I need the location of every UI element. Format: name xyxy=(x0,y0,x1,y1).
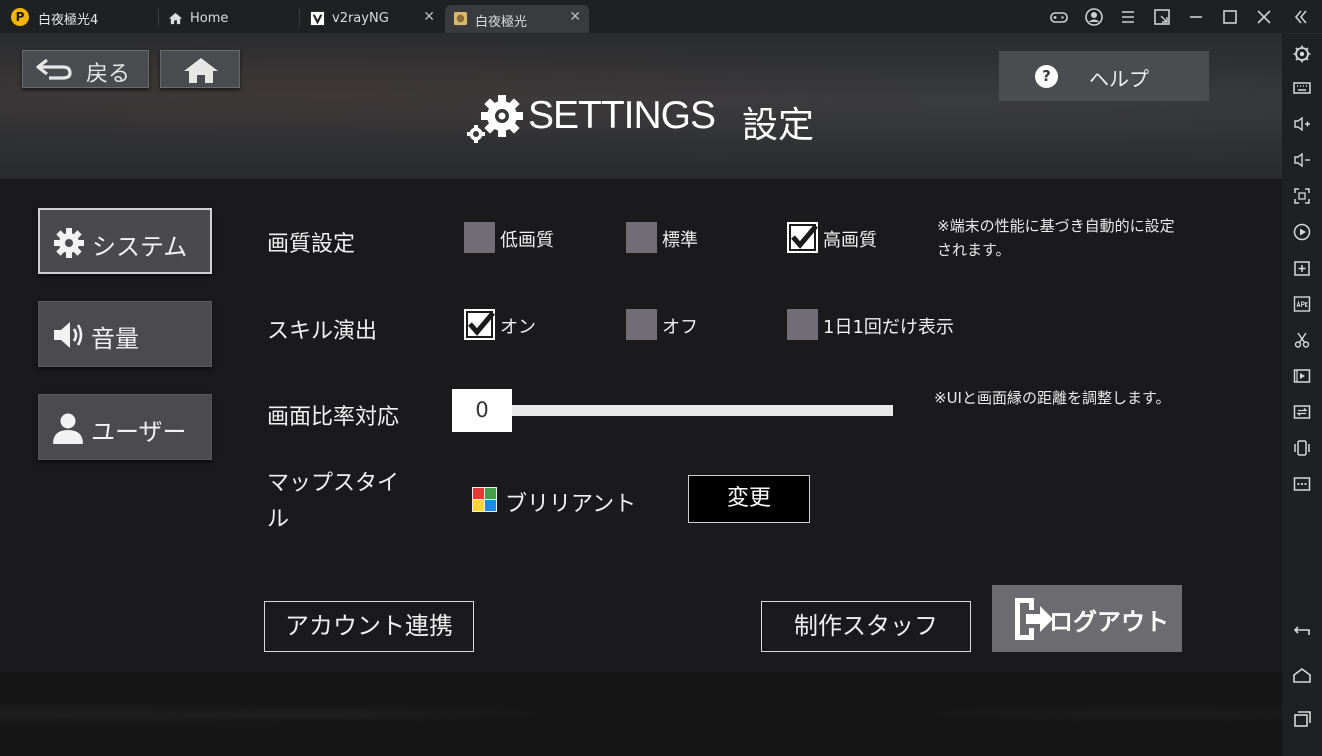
home-icon xyxy=(168,12,183,25)
logout-button[interactable]: ログアウト xyxy=(992,585,1182,652)
quality-label: 画質設定 xyxy=(267,232,356,257)
v2rayng-app-icon xyxy=(310,11,325,26)
account-icon[interactable] xyxy=(1084,7,1104,27)
menu-system[interactable]: システム xyxy=(38,208,212,274)
tab-label: 白夜極光 xyxy=(475,15,528,30)
minimize-icon[interactable] xyxy=(1186,7,1206,27)
close-tab-icon[interactable]: ✕ xyxy=(423,9,435,25)
game-screen: 戻る ? ヘルプ SETTINGS 設定 システム 音量 ユーザー 画質設定 低… xyxy=(0,34,1282,756)
home-icon xyxy=(184,58,218,83)
account-link-button[interactable]: アカウント連携 xyxy=(264,601,474,652)
option-label: オン xyxy=(500,317,536,338)
title-english: SETTINGS xyxy=(528,94,716,137)
quality-note: ※端末の性能に基づき自動的に設定されます。 xyxy=(937,217,1175,259)
menu-user[interactable]: ユーザー xyxy=(38,394,212,460)
emulator-logo-icon: P xyxy=(11,8,29,26)
shake-icon[interactable] xyxy=(1292,438,1312,458)
option-label: 1日1回だけ表示 xyxy=(823,317,954,338)
app-title: 白夜極光4 xyxy=(38,13,99,28)
user-icon xyxy=(53,413,83,444)
checkbox-checked-icon[interactable] xyxy=(464,309,495,340)
option-label: 高画質 xyxy=(823,230,877,251)
title-japanese: 設定 xyxy=(742,105,815,146)
option-label: 低画質 xyxy=(500,230,554,251)
gear-icon xyxy=(54,228,84,258)
back-label: 戻る xyxy=(86,62,131,87)
record-icon[interactable] xyxy=(1292,222,1312,242)
ratio-slider-track[interactable] xyxy=(512,405,893,416)
keyboard-icon[interactable] xyxy=(1292,78,1312,98)
ratio-note: ※UIと画面縁の距離を調整します。 xyxy=(934,389,1171,407)
tab-game[interactable]: 白夜極光 ✕ xyxy=(445,5,589,33)
maximize-icon[interactable] xyxy=(1220,7,1240,27)
volume-up-icon[interactable] xyxy=(1292,114,1312,134)
add-icon[interactable] xyxy=(1292,258,1312,278)
return-arrow-icon xyxy=(36,58,72,80)
change-map-style-button[interactable]: 変更 xyxy=(688,475,810,523)
gears-icon xyxy=(467,95,523,143)
checkbox[interactable] xyxy=(464,222,495,253)
cut-icon[interactable] xyxy=(1292,330,1312,350)
tab-label: v2rayNG xyxy=(332,11,389,26)
footer-background xyxy=(0,672,1282,756)
help-label: ヘルプ xyxy=(1089,67,1149,91)
map-style-label: マップスタイル xyxy=(267,471,400,532)
help-button[interactable]: ? ヘルプ xyxy=(999,51,1209,101)
tab-v2rayng[interactable]: v2rayNG ✕ xyxy=(302,5,443,33)
menu-volume[interactable]: 音量 xyxy=(38,301,212,367)
gamepad-icon[interactable] xyxy=(1049,7,1069,27)
brilliant-color-icon xyxy=(472,487,497,512)
back-button[interactable]: 戻る xyxy=(22,50,149,88)
close-icon[interactable] xyxy=(1254,7,1274,27)
staff-credits-button[interactable]: 制作スタッフ xyxy=(761,601,971,652)
sync-icon[interactable] xyxy=(1292,402,1312,422)
collapse-sidebar-icon[interactable] xyxy=(1291,7,1311,27)
emulator-window: P 白夜極光4 Home v2rayNG ✕ 白夜極光 ✕ 戻る ? ヘルプ S… xyxy=(0,0,1322,756)
popout-icon[interactable] xyxy=(1152,7,1172,27)
more-icon[interactable] xyxy=(1292,474,1312,494)
screenshot-icon[interactable] xyxy=(1292,186,1312,206)
skill-label: スキル演出 xyxy=(267,319,378,344)
logout-door-icon xyxy=(1015,598,1053,640)
tab-separator xyxy=(299,9,300,27)
home-nav-icon[interactable] xyxy=(1292,666,1312,686)
settings-icon[interactable] xyxy=(1292,44,1312,64)
ratio-label: 画面比率対応 xyxy=(267,405,400,430)
title-bar: P 白夜極光4 Home v2rayNG ✕ 白夜極光 ✕ xyxy=(0,0,1322,34)
recent-apps-icon[interactable] xyxy=(1292,709,1312,729)
help-icon: ? xyxy=(1035,65,1058,88)
ratio-slider-handle[interactable]: 0 xyxy=(452,389,512,432)
tab-separator xyxy=(158,9,159,27)
tab-home[interactable]: Home xyxy=(160,5,298,33)
back-nav-icon[interactable] xyxy=(1292,621,1312,641)
emulator-sidebar xyxy=(1282,34,1322,756)
option-label: オフ xyxy=(662,317,698,338)
menu-label: 音量 xyxy=(91,325,139,353)
option-label: 標準 xyxy=(662,230,698,251)
speaker-icon xyxy=(54,322,83,348)
apk-icon[interactable] xyxy=(1292,294,1312,314)
menu-label: ユーザー xyxy=(91,418,187,446)
video-icon[interactable] xyxy=(1292,366,1312,386)
checkbox[interactable] xyxy=(626,222,657,253)
checkbox[interactable] xyxy=(787,309,818,340)
home-button[interactable] xyxy=(160,50,240,88)
logout-label: ログアウト xyxy=(1049,608,1169,636)
volume-down-icon[interactable] xyxy=(1292,150,1312,170)
menu-label: システム xyxy=(92,233,188,261)
checkbox-checked-icon[interactable] xyxy=(787,222,818,253)
tab-label: Home xyxy=(190,11,229,26)
menu-icon[interactable] xyxy=(1118,7,1138,27)
map-style-value: ブリリアント xyxy=(505,492,637,517)
game-app-icon xyxy=(453,11,468,26)
close-tab-icon[interactable]: ✕ xyxy=(569,9,581,25)
checkbox[interactable] xyxy=(626,309,657,340)
